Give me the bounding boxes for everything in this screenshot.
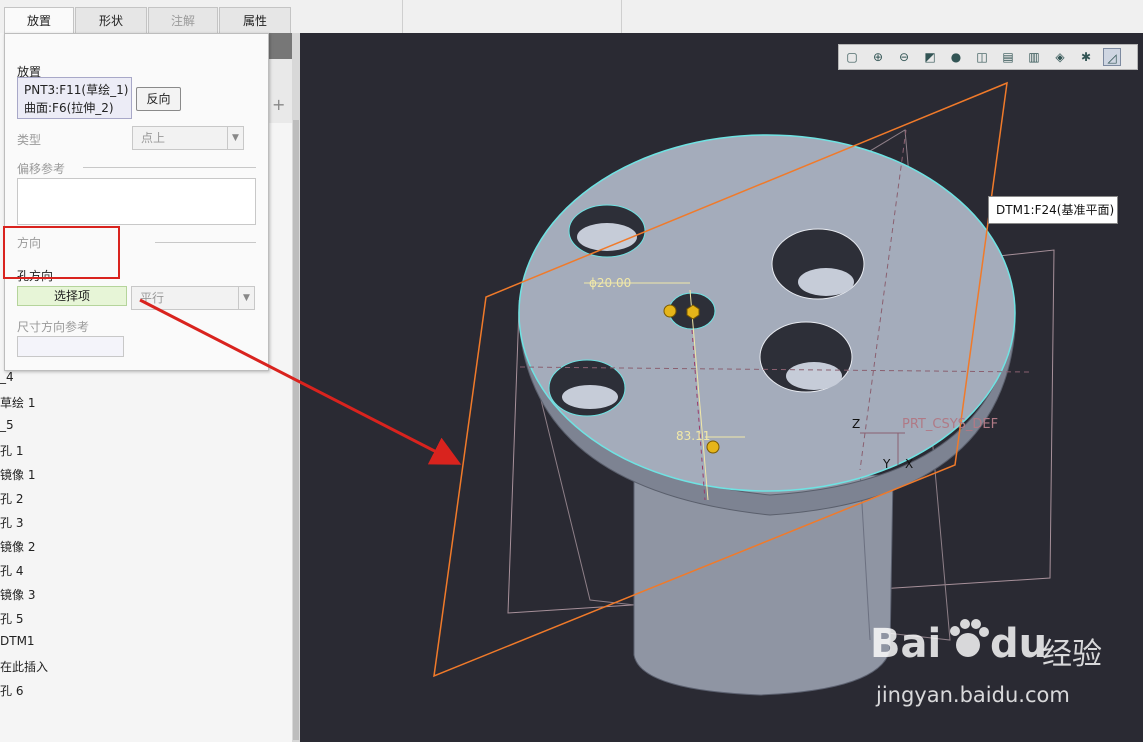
paw-icon [946, 617, 990, 661]
baidu-watermark: Bai du 经验 jingyan.baidu.com [870, 615, 1130, 725]
dimension-diameter[interactable]: ϕ20.00 [589, 276, 631, 290]
refit-icon[interactable]: ▢ [843, 48, 861, 66]
datum-display-icon[interactable]: ✱ [1077, 48, 1095, 66]
repaint-icon[interactable]: ◩ [921, 48, 939, 66]
watermark-brand-prefix: Bai [870, 621, 942, 667]
view-manager-icon[interactable]: ▥ [1025, 48, 1043, 66]
model-disk-top [518, 134, 1016, 492]
csys-axis-y: Y [883, 457, 891, 471]
zoom-out-icon[interactable]: ⊖ [895, 48, 913, 66]
drag-handle [663, 304, 677, 318]
csys-label: PRT_CSYS_DEF [902, 417, 999, 432]
watermark-url: jingyan.baidu.com [876, 683, 1070, 707]
watermark-brand-suffix: du [990, 621, 1048, 667]
view-toolbar: ▢ ⊕ ⊖ ◩ ● ◫ ▤ ▥ ◈ ✱ ◿ [838, 44, 1138, 70]
datum-tooltip: DTM1:F24(基准平面) [988, 196, 1118, 224]
csys-axis-z: Z [852, 417, 861, 431]
dimension-offset[interactable]: 83.11 [676, 429, 710, 443]
watermark-brand-cn: 经验 [1042, 637, 1102, 672]
shading-icon[interactable]: ● [947, 48, 965, 66]
csys-axis-x: X [905, 457, 914, 471]
saved-views-icon[interactable]: ▤ [999, 48, 1017, 66]
standard-orientation-icon[interactable]: ◫ [973, 48, 991, 66]
zoom-in-icon[interactable]: ⊕ [869, 48, 887, 66]
plane-display-icon[interactable]: ◿ [1103, 48, 1121, 66]
perspective-icon[interactable]: ◈ [1051, 48, 1069, 66]
